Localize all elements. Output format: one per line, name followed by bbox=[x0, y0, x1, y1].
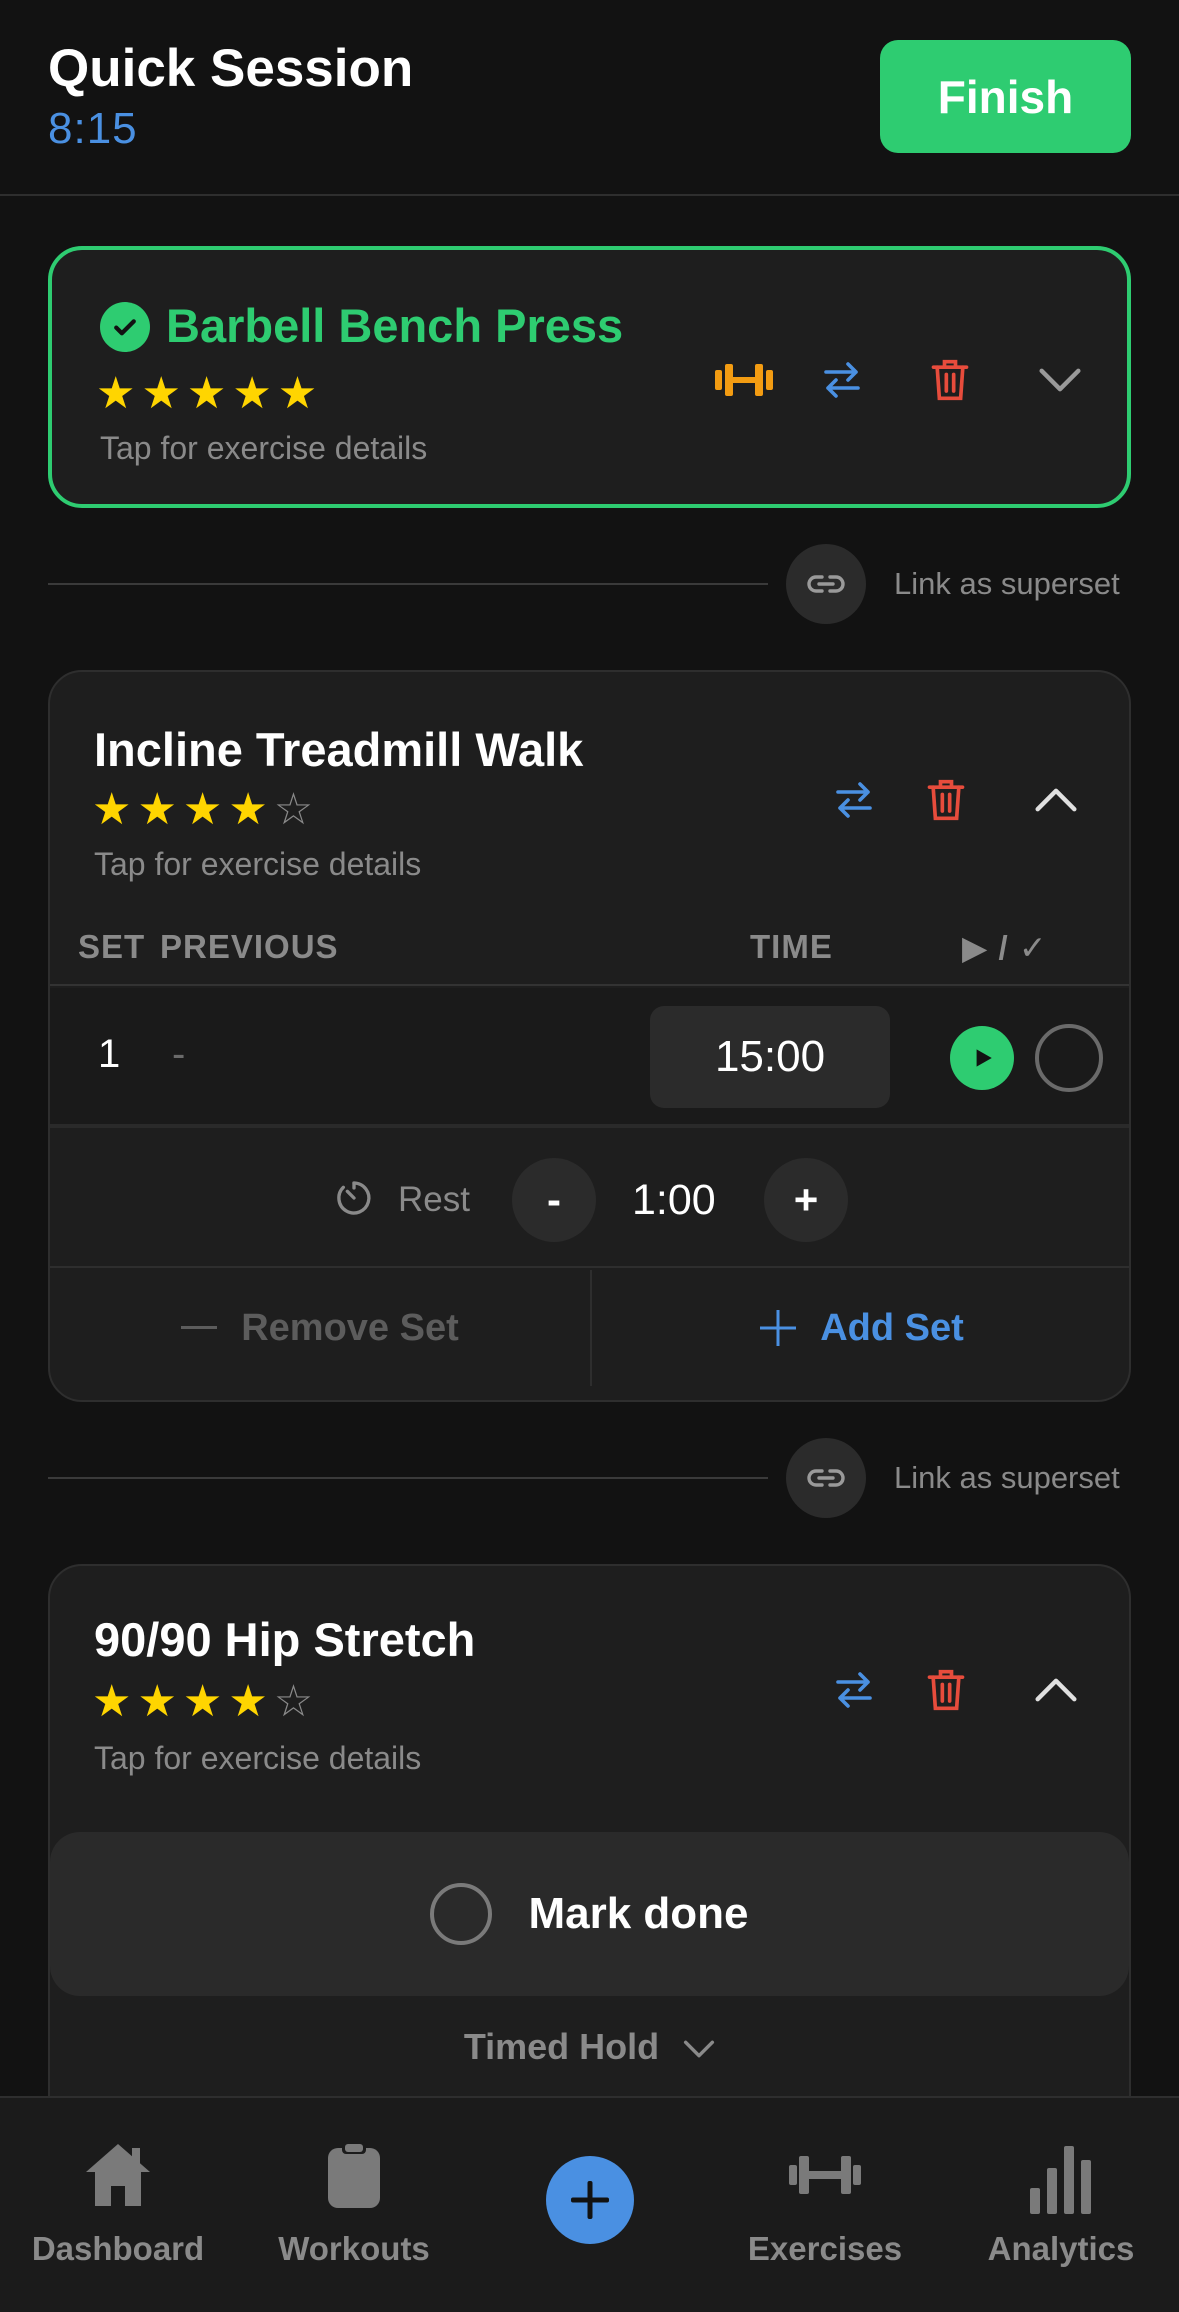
plus-icon bbox=[760, 1310, 797, 1346]
tab-workouts[interactable]: Workouts bbox=[236, 2098, 472, 2312]
play-timer-icon[interactable] bbox=[950, 1026, 1014, 1090]
expand-chevron-down-icon[interactable] bbox=[1020, 340, 1100, 420]
minus-icon bbox=[181, 1326, 218, 1329]
chevron-down-icon bbox=[684, 2041, 715, 2058]
col-time: TIME bbox=[750, 928, 833, 965]
rest-increase-button[interactable]: + bbox=[764, 1158, 848, 1242]
stars-empty: ☆ bbox=[273, 1677, 320, 1726]
tab-exercises[interactable]: Exercises bbox=[707, 2098, 943, 2312]
swap-exercise-icon[interactable] bbox=[814, 1650, 894, 1730]
remove-set-button[interactable]: Remove Set bbox=[50, 1270, 590, 1386]
delete-trash-icon[interactable] bbox=[906, 760, 986, 840]
session-header: Quick Session 8:15 Finish bbox=[0, 0, 1179, 196]
rating-stars: ★★★★☆ bbox=[92, 784, 319, 835]
exercise-name[interactable]: Incline Treadmill Walk bbox=[94, 722, 583, 777]
set-previous: - bbox=[172, 1032, 186, 1076]
set-number: 1 bbox=[98, 1032, 121, 1076]
add-set-label: Add Set bbox=[820, 1306, 964, 1349]
rest-value: 1:00 bbox=[632, 1176, 716, 1224]
set-complete-checkbox[interactable] bbox=[1035, 1024, 1103, 1092]
col-set: SET bbox=[78, 928, 146, 965]
collapse-chevron-up-icon[interactable] bbox=[1016, 1650, 1096, 1730]
timed-hold-selector[interactable]: Timed Hold bbox=[50, 2026, 1129, 2068]
tab-dashboard[interactable]: Dashboard bbox=[0, 2098, 236, 2312]
tab-label: Analytics bbox=[987, 2230, 1135, 2267]
set-controls: Remove Set Add Set bbox=[50, 1270, 1129, 1386]
divider bbox=[48, 1477, 768, 1479]
exercise-card-bench-press[interactable]: Barbell Bench Press ★★★★★ Tap for exerci… bbox=[48, 246, 1131, 508]
stars-filled: ★★★★ bbox=[92, 1677, 274, 1726]
col-action: ▶ / ✓ bbox=[962, 929, 1048, 966]
delete-trash-icon[interactable] bbox=[906, 1650, 986, 1730]
link-superset-label[interactable]: Link as superset bbox=[894, 566, 1120, 602]
tab-label: Workouts bbox=[278, 2230, 430, 2267]
details-hint[interactable]: Tap for exercise details bbox=[100, 430, 427, 467]
clipboard-icon bbox=[328, 2142, 380, 2208]
stars-empty: ☆ bbox=[273, 785, 320, 834]
set-row: 1 - 15:00 bbox=[50, 988, 1129, 1128]
link-chain-icon[interactable] bbox=[786, 544, 866, 624]
add-plus-icon[interactable] bbox=[546, 2156, 634, 2244]
tab-analytics[interactable]: Analytics bbox=[943, 2098, 1179, 2312]
mark-done-circle-icon bbox=[430, 1883, 493, 1945]
equipment-dumbbell-icon[interactable] bbox=[704, 340, 784, 420]
rating-stars: ★★★★★ bbox=[96, 368, 323, 419]
details-hint[interactable]: Tap for exercise details bbox=[94, 846, 421, 883]
tab-label: Exercises bbox=[747, 2230, 903, 2267]
rating-stars: ★★★★☆ bbox=[92, 1676, 319, 1727]
tab-label: Dashboard bbox=[31, 2230, 205, 2267]
swap-exercise-icon[interactable] bbox=[802, 340, 882, 420]
superset-link-row: Link as superset bbox=[48, 544, 1131, 624]
bar-chart-icon bbox=[1030, 2146, 1091, 2214]
tab-bar: Dashboard Workouts Exercises Analytics bbox=[0, 2096, 1179, 2312]
details-hint[interactable]: Tap for exercise details bbox=[94, 1740, 421, 1777]
house-icon bbox=[86, 2144, 150, 2206]
collapse-chevron-up-icon[interactable] bbox=[1016, 760, 1096, 840]
finish-button[interactable]: Finish bbox=[880, 40, 1131, 153]
rest-label: Rest bbox=[398, 1180, 470, 1219]
exercise-name: Barbell Bench Press bbox=[166, 299, 624, 352]
session-timer: 8:15 bbox=[48, 104, 138, 153]
completed-check-icon bbox=[100, 302, 150, 352]
rest-row: Rest - 1:00 + bbox=[50, 1132, 1129, 1268]
sets-table-header: SET PREVIOUS TIME ▶ / ✓ bbox=[50, 916, 1129, 986]
timed-hold-label: Timed Hold bbox=[463, 2026, 660, 2067]
exercise-card-hip-stretch: 90/90 Hip Stretch ★★★★☆ Tap for exercise… bbox=[48, 1564, 1131, 2164]
col-previous: PREVIOUS bbox=[160, 928, 339, 965]
link-chain-icon[interactable] bbox=[786, 1438, 866, 1518]
stars-filled: ★★★★ bbox=[92, 785, 274, 834]
rest-decrease-button[interactable]: - bbox=[512, 1158, 596, 1242]
session-title: Quick Session bbox=[48, 39, 414, 98]
mark-done-button[interactable]: Mark done bbox=[50, 1832, 1129, 1996]
rest-timer-icon bbox=[334, 1178, 378, 1222]
superset-link-row: Link as superset bbox=[48, 1438, 1131, 1518]
swap-exercise-icon[interactable] bbox=[814, 760, 894, 840]
divider bbox=[48, 583, 768, 585]
remove-set-label: Remove Set bbox=[241, 1306, 459, 1349]
exercise-card-treadmill: Incline Treadmill Walk ★★★★☆ Tap for exe… bbox=[48, 670, 1131, 1402]
mark-done-label: Mark done bbox=[528, 1889, 749, 1938]
stars-filled: ★★★★★ bbox=[96, 369, 324, 418]
add-set-button[interactable]: Add Set bbox=[592, 1270, 1129, 1386]
dumbbell-icon bbox=[789, 2156, 861, 2194]
link-superset-label[interactable]: Link as superset bbox=[894, 1460, 1120, 1496]
time-input[interactable]: 15:00 bbox=[650, 1006, 890, 1108]
delete-trash-icon[interactable] bbox=[910, 340, 990, 420]
exercise-name[interactable]: 90/90 Hip Stretch bbox=[94, 1612, 475, 1667]
